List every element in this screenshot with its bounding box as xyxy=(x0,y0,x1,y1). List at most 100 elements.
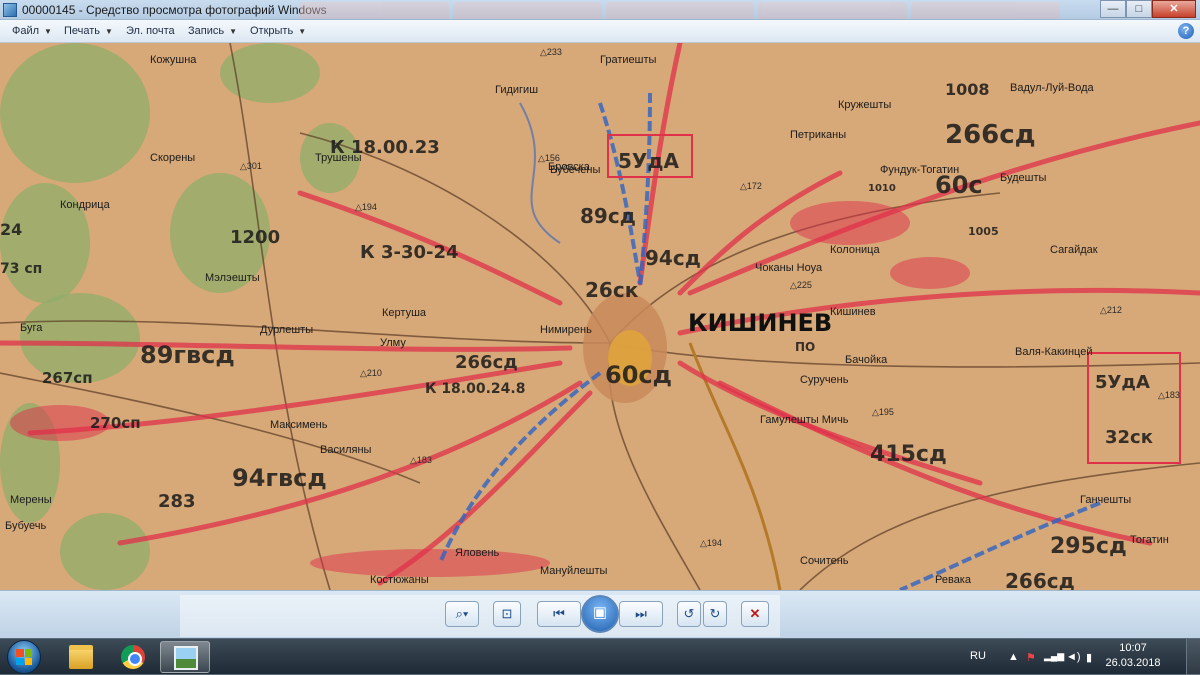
control-group: ⌕▾ ⊡ ⏮ ▣ ⏭ ↺ ↻ ✕ xyxy=(425,595,775,633)
unit-label: ПО xyxy=(795,340,815,354)
forest-area xyxy=(60,513,150,590)
rotate-right-button[interactable]: ↻ xyxy=(703,601,727,627)
menu-open-label: Открыть xyxy=(250,25,294,37)
place-name: Скорены xyxy=(150,152,195,164)
unit-label: 415сд xyxy=(870,442,947,467)
city-label: КИШИНЕВ xyxy=(688,309,832,337)
action-center-flag-icon[interactable]: ⚑ xyxy=(1026,651,1036,664)
previous-button[interactable]: ⏮ xyxy=(537,601,581,627)
unit-label: 1005 xyxy=(968,225,999,238)
place-name: Кондрица xyxy=(60,199,111,211)
unit-label: 32ск xyxy=(1105,427,1153,448)
unit-label: 94сд xyxy=(645,246,701,270)
language-indicator[interactable]: RU xyxy=(970,650,986,662)
place-name: Ревака xyxy=(935,574,972,586)
photo-viewer-icon xyxy=(174,646,198,670)
delete-button[interactable]: ✕ xyxy=(741,601,769,627)
height-mark: △301 xyxy=(240,161,262,171)
rotate-left-button[interactable]: ↺ xyxy=(677,601,701,627)
taskbar-photo-viewer[interactable] xyxy=(160,641,210,673)
show-desktop-button[interactable] xyxy=(1186,639,1200,675)
place-name: Костюжаны xyxy=(370,574,429,586)
place-name: Тогатин xyxy=(1130,534,1169,546)
clock-time[interactable]: 10:07 xyxy=(1098,642,1168,654)
unit-label: 5УдА xyxy=(1095,372,1150,393)
volume-icon[interactable]: ◄) xyxy=(1066,651,1081,663)
taskbar-chrome[interactable] xyxy=(108,641,158,673)
place-name: Максимень xyxy=(270,419,328,431)
place-name: Кертуша xyxy=(382,307,427,319)
height-mark: △172 xyxy=(740,181,762,191)
place-name: Нимирень xyxy=(540,324,592,336)
maximize-button[interactable]: □ xyxy=(1126,0,1152,18)
next-button[interactable]: ⏭ xyxy=(619,601,663,627)
unit-label: 60с xyxy=(935,171,983,199)
place-name: Гидигиш xyxy=(495,84,538,96)
height-mark: △212 xyxy=(1100,305,1122,315)
actual-size-button[interactable]: ⊡ xyxy=(493,601,521,627)
unit-label: К 18.00.24.8 xyxy=(425,381,525,397)
unit-label: 267сп xyxy=(42,369,93,387)
place-name: Улму xyxy=(380,337,406,349)
attack-wedge xyxy=(790,201,910,245)
start-button[interactable] xyxy=(2,640,48,674)
unit-label: 89гвсд xyxy=(140,341,235,369)
height-mark: △210 xyxy=(360,368,382,378)
place-name: Мануйлешты xyxy=(540,565,608,577)
place-name: Петриканы xyxy=(790,129,846,141)
height-mark: △156 xyxy=(538,153,560,163)
menu-file[interactable]: Файл ▼ xyxy=(12,25,52,37)
unit-label: 94гвсд xyxy=(232,464,327,492)
minimize-button[interactable]: — xyxy=(1100,0,1126,18)
place-name: Мэлэешты xyxy=(205,272,260,284)
height-mark: △194 xyxy=(700,538,722,548)
zoom-button[interactable]: ⌕▾ xyxy=(445,601,479,627)
menu-email-label: Эл. почта xyxy=(126,25,175,37)
unit-label: 5УдА xyxy=(618,149,679,173)
unit-label: 283 xyxy=(158,491,196,512)
map-image: Кожушна Гидигиш Гратиешты Кружешты Вадул-Луй… xyxy=(0,43,1200,590)
taskbar: RU ▲ ⚑ ▂▄▆ ◄) ▮ 10:07 26.03.2018 xyxy=(0,638,1200,675)
clock-date[interactable]: 26.03.2018 xyxy=(1098,657,1168,669)
close-button[interactable]: ✕ xyxy=(1152,0,1196,18)
chevron-down-icon: ▼ xyxy=(105,27,113,36)
battery-icon[interactable]: ▮ xyxy=(1086,651,1092,664)
unit-label: 270сп xyxy=(90,414,141,432)
place-name: Мерены xyxy=(10,494,52,506)
unit-label: 73 сп xyxy=(0,261,42,277)
place-name: Дурлешты xyxy=(260,324,313,336)
menu-open[interactable]: Открыть ▼ xyxy=(250,25,306,37)
taskbar-explorer[interactable] xyxy=(56,641,106,673)
place-name: Валя-Какинцей xyxy=(1015,346,1093,358)
chrome-icon xyxy=(121,645,145,669)
viewer-controls: ⌕▾ ⊡ ⏮ ▣ ⏭ ↺ ↻ ✕ xyxy=(0,590,1200,638)
system-tray: RU ▲ ⚑ ▂▄▆ ◄) ▮ 10:07 26.03.2018 xyxy=(970,639,1200,675)
chevron-down-icon: ▼ xyxy=(229,27,238,36)
place-name: Гамулешты Мичь xyxy=(760,414,849,426)
place-name: Сочитень xyxy=(800,555,849,567)
slideshow-button[interactable]: ▣ xyxy=(581,595,619,633)
show-hidden-icons-icon[interactable]: ▲ xyxy=(1008,651,1019,663)
menu-email[interactable]: Эл. почта xyxy=(126,25,175,37)
height-mark: △233 xyxy=(540,47,562,57)
attack-wedge xyxy=(890,257,970,289)
network-signal-icon[interactable]: ▂▄▆ xyxy=(1044,651,1064,662)
place-name: Колоница xyxy=(830,244,880,256)
menu-record[interactable]: Запись ▼ xyxy=(188,25,237,37)
unit-label: 266сд xyxy=(945,120,1036,150)
unit-label: 24 xyxy=(0,220,22,239)
photo-viewport[interactable]: Кожушна Гидигиш Гратиешты Кружешты Вадул-Луй… xyxy=(0,43,1200,590)
height-mark: △195 xyxy=(872,407,894,417)
unit-label: К 3-30-24 xyxy=(360,242,459,263)
help-icon[interactable]: ? xyxy=(1178,23,1194,39)
place-name: Кишинев xyxy=(830,306,876,318)
photo-viewer-icon xyxy=(3,3,17,17)
unit-label: 89сд xyxy=(580,204,636,228)
place-name: Сагайдак xyxy=(1050,244,1098,256)
place-name: Кружешты xyxy=(838,99,891,111)
menu-print[interactable]: Печать ▼ xyxy=(64,25,113,37)
place-name: Буга xyxy=(20,322,43,334)
place-name: Суручень xyxy=(800,374,849,386)
unit-label: К 18.00.23 xyxy=(330,137,440,158)
forest-area xyxy=(0,43,150,183)
